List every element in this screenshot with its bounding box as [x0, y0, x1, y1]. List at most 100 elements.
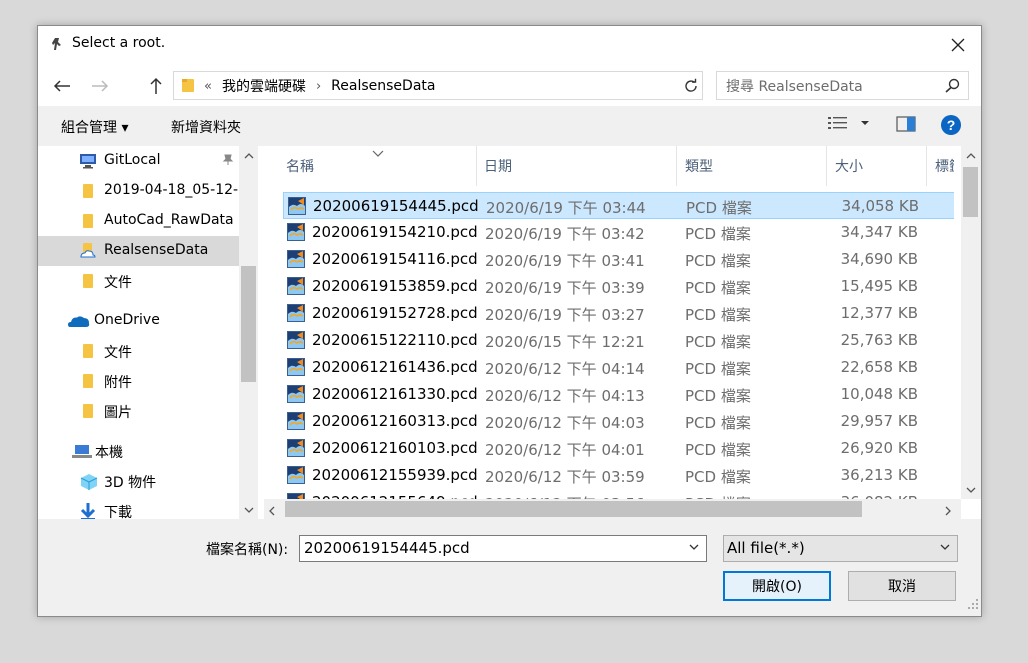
folder-icon [181, 77, 195, 97]
column-header-tags[interactable]: 標籤 [927, 146, 954, 186]
search-box[interactable]: 搜尋 RealsenseData [716, 71, 969, 100]
breadcrumb-item[interactable]: 我的雲端硬碟 [222, 76, 306, 96]
nav-item-folder[interactable]: 文件 [38, 336, 239, 366]
file-row[interactable]: 20200612161330.pcd 2020/6/12 下午 04:13 PCD … [283, 381, 954, 408]
pin-icon[interactable] [222, 154, 234, 170]
resize-grip-icon[interactable] [967, 598, 979, 614]
column-header-size[interactable]: 大小 [827, 146, 927, 186]
breadcrumb-item[interactable]: RealsenseData [331, 78, 435, 94]
nav-item-3d-objects[interactable]: 3D 物件 [38, 466, 239, 496]
file-open-dialog: Select a root. « 我的雲端硬碟 › RealsenseData [37, 25, 982, 617]
nav-item-folder[interactable]: AutoCad_RawData [38, 206, 239, 236]
download-icon [80, 503, 96, 519]
filename-input[interactable]: 20200619154445.pcd [304, 539, 470, 557]
view-options-button[interactable] [828, 116, 848, 130]
app-icon [50, 37, 64, 51]
scroll-down-arrow-icon[interactable] [239, 503, 258, 516]
file-type: PCD 檔案 [686, 199, 752, 217]
file-type: PCD 檔案 [685, 414, 751, 432]
back-button[interactable] [50, 74, 74, 98]
scroll-right-arrow-icon[interactable] [945, 504, 951, 520]
scroll-thumb[interactable] [963, 167, 978, 217]
breadcrumb-separator[interactable]: › [316, 79, 321, 94]
chevron-down-icon[interactable] [688, 541, 700, 557]
pcd-file-icon [287, 277, 305, 299]
cancel-button[interactable]: 取消 [848, 571, 956, 601]
file-list-vertical-scrollbar[interactable] [961, 146, 981, 499]
file-row[interactable]: 20200615122110.pcd 2020/6/15 下午 12:21 PCD … [283, 327, 954, 354]
nav-item-onedrive[interactable]: OneDrive [38, 306, 239, 336]
file-type-select[interactable]: All file(*.*) [723, 535, 958, 562]
title-bar: Select a root. [38, 26, 981, 64]
file-type: PCD 檔案 [685, 360, 751, 378]
file-row[interactable]: 20200619154445.pcd 2020/6/19 下午 03:44 PCD … [283, 192, 954, 219]
file-name: 20200612155939.pcd [312, 466, 478, 484]
close-button[interactable] [935, 26, 981, 64]
search-input[interactable]: 搜尋 RealsenseData [726, 76, 863, 96]
file-row[interactable]: 20200619154116.pcd 2020/6/19 下午 03:41 PCD … [283, 246, 954, 273]
scroll-up-arrow-icon[interactable] [239, 149, 258, 162]
up-button[interactable] [144, 74, 168, 98]
column-header-date[interactable]: 日期 [477, 146, 677, 186]
file-name: 20200612160103.pcd [312, 439, 478, 457]
nav-item-folder[interactable]: 附件 [38, 366, 239, 396]
forward-button[interactable] [88, 74, 112, 98]
file-size: 22,658 KB [840, 358, 918, 376]
search-icon[interactable] [945, 78, 960, 97]
file-name: 20200619154210.pcd [312, 223, 478, 241]
file-size: 34,347 KB [840, 223, 918, 241]
file-name: 20200612161330.pcd [312, 385, 478, 403]
file-list-horizontal-scrollbar[interactable] [264, 499, 961, 519]
nav-item-realsensedata[interactable]: RealsenseData [38, 236, 239, 266]
nav-item-folder[interactable]: 圖片 [38, 396, 239, 426]
view-dropdown-chevron-icon[interactable] [860, 120, 870, 126]
scroll-left-arrow-icon[interactable] [269, 504, 275, 520]
filename-field[interactable]: 20200619154445.pcd [299, 535, 707, 562]
column-header-name[interactable]: 名稱 [283, 146, 477, 186]
file-date: 2020/6/19 下午 03:39 [485, 279, 645, 297]
file-row[interactable]: 20200619153859.pcd 2020/6/19 下午 03:39 PCD … [283, 273, 954, 300]
file-type: PCD 檔案 [685, 306, 751, 324]
overflow-chevron[interactable]: « [204, 79, 212, 94]
new-folder-button[interactable]: 新增資料夾 [171, 117, 241, 137]
address-bar[interactable]: « 我的雲端硬碟 › RealsenseData [173, 71, 701, 100]
scroll-thumb[interactable] [285, 501, 862, 517]
nav-item-folder[interactable]: 文件 [38, 266, 239, 296]
organize-menu[interactable]: 組合管理 ▾ [61, 117, 128, 137]
cloud-folder-icon [80, 243, 96, 263]
filename-label: 檔案名稱(N): [206, 542, 289, 558]
scroll-thumb[interactable] [241, 266, 256, 382]
scroll-up-arrow-icon[interactable] [961, 149, 981, 162]
details-view-icon [828, 117, 847, 129]
file-name: 20200619154116.pcd [312, 250, 478, 268]
file-row[interactable]: 20200619152728.pcd 2020/6/19 下午 03:27 PCD … [283, 300, 954, 327]
file-row[interactable]: 20200612160313.pcd 2020/6/12 下午 04:03 PCD … [283, 408, 954, 435]
pcd-file-icon [287, 385, 305, 407]
file-date: 2020/6/12 下午 04:13 [485, 387, 645, 405]
preview-pane-button[interactable] [896, 116, 916, 132]
file-row[interactable]: 20200619154210.pcd 2020/6/19 下午 03:42 PCD … [283, 219, 954, 246]
file-name: 20200612160313.pcd [312, 412, 478, 430]
file-row[interactable]: 20200612160103.pcd 2020/6/12 下午 04:01 PCD … [283, 435, 954, 462]
pcd-file-icon [287, 358, 305, 380]
nav-item-folder[interactable]: 2019-04-18_05-12- [38, 176, 239, 206]
scroll-down-arrow-icon[interactable] [961, 483, 981, 496]
folder-icon [82, 373, 94, 393]
navigation-pane-scrollbar[interactable] [239, 146, 258, 519]
content-area: GitLocal 2019-04-18_05-12- AutoCad_RawDa… [38, 146, 981, 519]
nav-item-gitlocal[interactable]: GitLocal [38, 146, 239, 176]
preview-pane-icon [896, 116, 916, 132]
file-row[interactable]: 20200612161436.pcd 2020/6/12 下午 04:14 PCD … [283, 354, 954, 381]
refresh-button[interactable] [679, 71, 703, 100]
nav-item-downloads[interactable]: 下載 [38, 496, 239, 519]
folder-icon [82, 273, 94, 293]
help-icon: ? [941, 115, 961, 135]
help-button[interactable]: ? [940, 114, 962, 136]
file-row[interactable]: 20200612155649.pcd2020/6/12 下午 03:56PCD … [283, 489, 954, 499]
file-row[interactable]: 20200612155939.pcd 2020/6/12 下午 03:59 PCD … [283, 462, 954, 489]
file-size: 12,377 KB [840, 304, 918, 322]
file-date: 2020/6/12 下午 04:14 [485, 360, 645, 378]
column-header-type[interactable]: 類型 [677, 146, 827, 186]
open-button[interactable]: 開啟(O) [723, 571, 831, 601]
nav-item-this-pc[interactable]: 本機 [38, 436, 239, 466]
